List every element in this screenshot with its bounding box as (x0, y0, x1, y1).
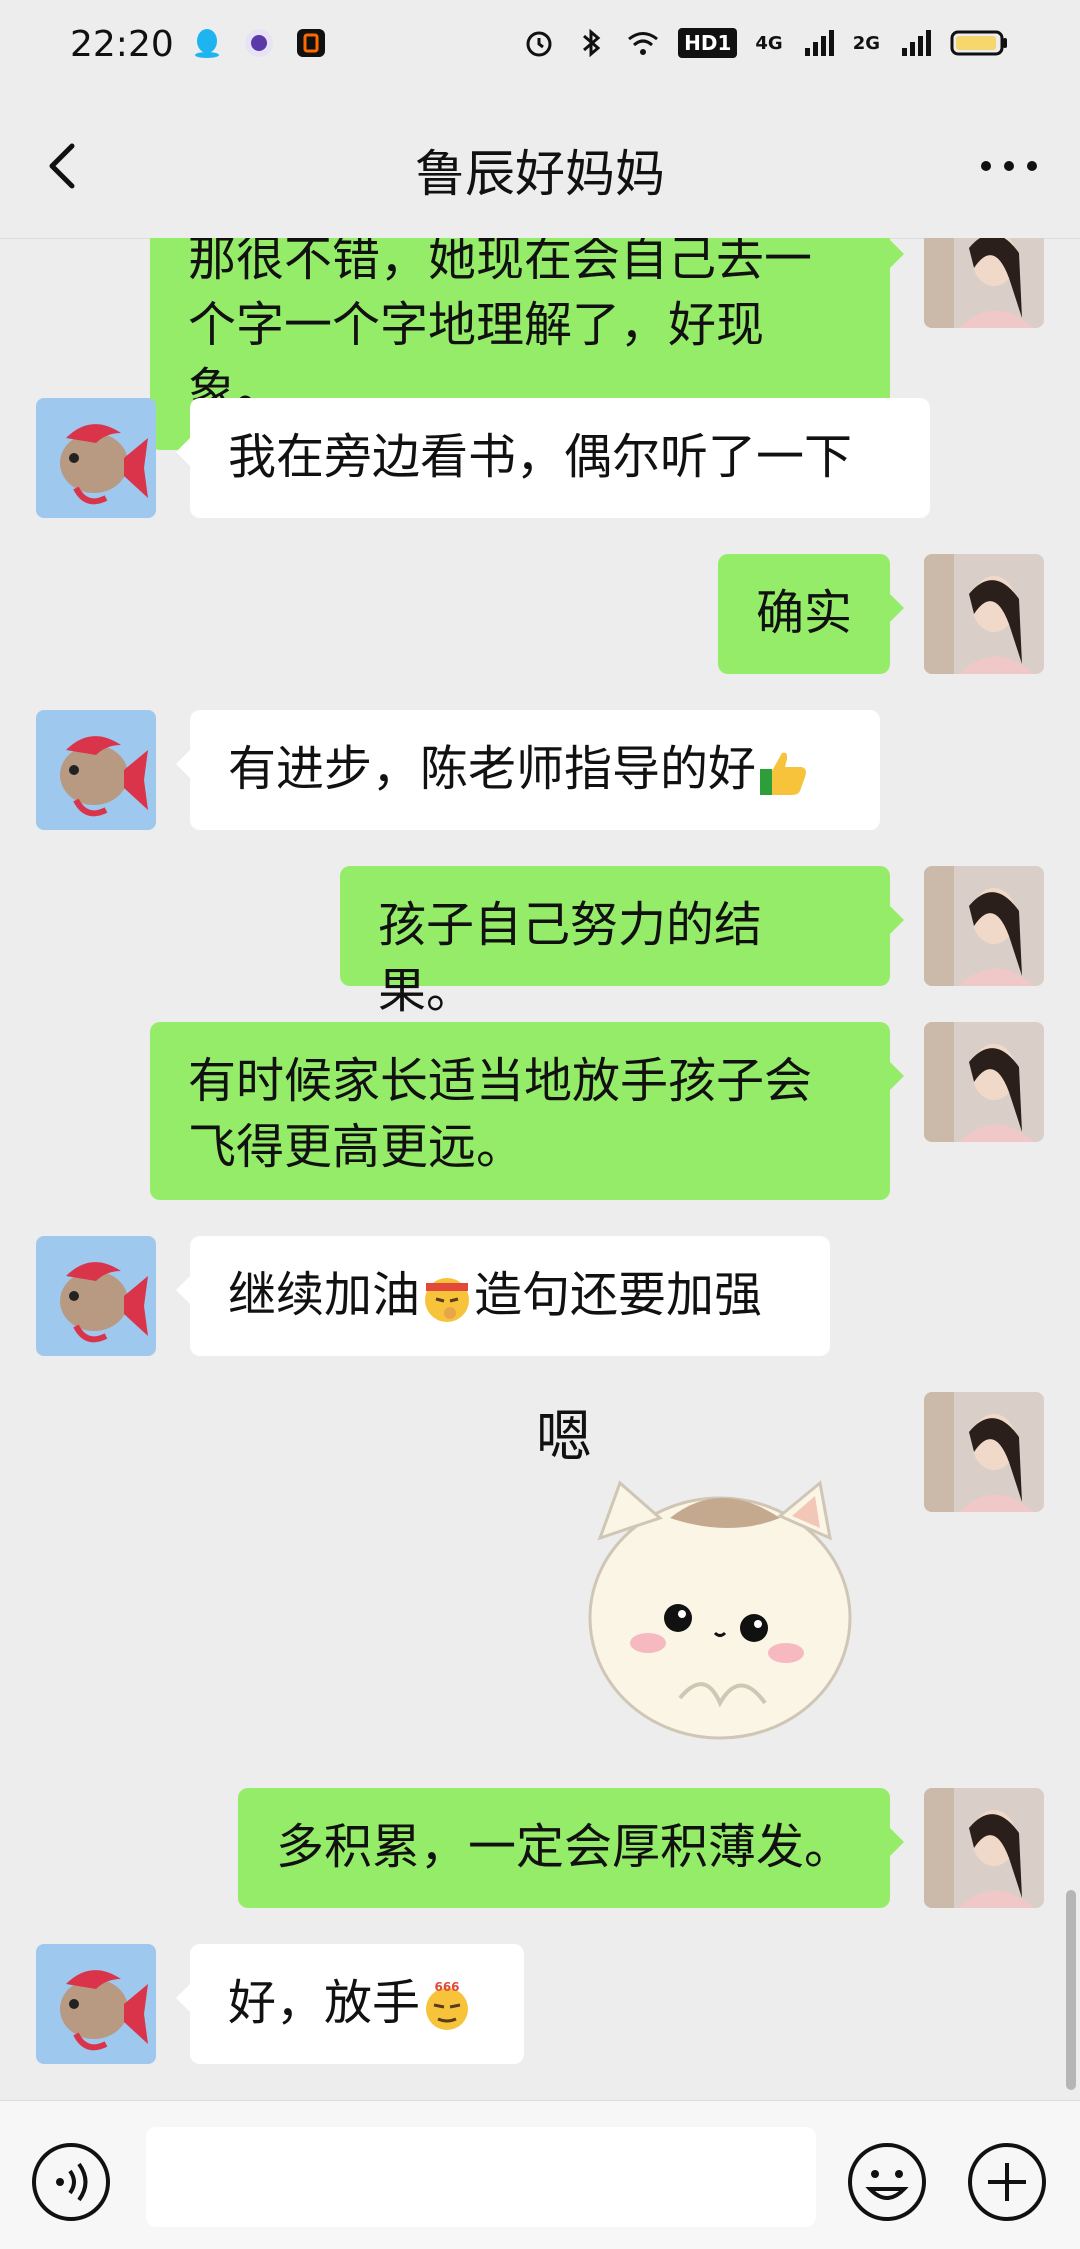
status-bar: 22:20 HD1 4G 2G (0, 0, 1080, 96)
message-bubble-in[interactable]: 有进步，陈老师指导的好 (176, 710, 880, 830)
fish-avatar-icon (36, 1944, 156, 2064)
more-options-icon[interactable] (974, 146, 1044, 186)
status-time: 22:20 (70, 24, 174, 65)
contact-avatar[interactable] (36, 1944, 156, 2064)
my-avatar[interactable] (924, 1022, 1044, 1142)
message-text: 造句还要加强 (474, 1267, 763, 1323)
woman-avatar-icon (924, 1022, 1044, 1142)
message-text: 继续加油 (228, 1267, 421, 1323)
my-avatar[interactable] (924, 554, 1044, 674)
scrollbar[interactable] (1066, 1890, 1076, 2090)
message-bubble-in[interactable]: 好，放手 666 (176, 1944, 524, 2064)
fighting-emoji (425, 1278, 470, 1322)
my-avatar[interactable] (924, 238, 1044, 328)
cat-sticker (588, 1480, 852, 1740)
voice-input-icon[interactable] (30, 2141, 112, 2223)
battery-icon (950, 30, 1007, 56)
message-input[interactable] (146, 2127, 816, 2227)
qq-icon (195, 29, 219, 58)
input-bar (0, 2100, 1080, 2249)
my-avatar[interactable] (924, 1788, 1044, 1908)
my-avatar[interactable] (924, 1392, 1044, 1512)
bluetooth-icon (583, 28, 601, 58)
signal-4g-icon (804, 30, 834, 56)
message-text: 那很不错，她现在会自己去一 (188, 238, 813, 287)
woman-avatar-icon (924, 866, 1044, 986)
title-bar: 鲁辰好妈妈 (0, 96, 1080, 239)
contact-avatar[interactable] (36, 1236, 156, 1356)
message-bubble-in[interactable]: 我在旁边看书，偶尔听了一下 (176, 398, 930, 518)
sticker-message[interactable]: 嗯 (530, 1388, 890, 1748)
hd-icon: HD1 (678, 28, 738, 58)
fish-avatar-icon (36, 398, 156, 518)
message-bubble-out[interactable]: 孩子自己努力的结果。 (340, 866, 904, 1019)
message-list[interactable]: 那很不错，她现在会自己去一 个字一个字地理解了，好现象。 我在旁边看书，偶尔听了… (0, 238, 1080, 2100)
wifi-icon (628, 32, 659, 55)
my-avatar[interactable] (924, 866, 1044, 986)
message-text: 我在旁边看书，偶尔听了一下 (228, 429, 853, 485)
contact-avatar[interactable] (36, 710, 156, 830)
svg-text:666: 666 (434, 1980, 459, 1994)
message-text: 好，放手 (228, 1975, 421, 2031)
message-text: 确实 (756, 585, 853, 641)
message-text: 有时候家长适当地放手孩子会 (188, 1053, 813, 1109)
chat-title: 鲁辰好妈妈 (415, 145, 665, 203)
more-actions-plus-icon[interactable] (966, 2141, 1048, 2223)
status-right-icons: HD1 4G 2G (522, 26, 1010, 60)
message-bubble-out[interactable]: 多积累，一定会厚积薄发。 (238, 1788, 904, 1908)
message-text: 有进步，陈老师指导的好 (228, 741, 757, 797)
contact-avatar[interactable] (36, 398, 156, 518)
signal-2g-label: 2G (852, 32, 880, 54)
fish-avatar-icon (36, 1236, 156, 1356)
666-emoji: 666 (426, 1980, 469, 2030)
alarm-icon (526, 31, 552, 57)
app-icon (297, 29, 325, 57)
thumbs-up-emoji (760, 752, 807, 795)
emoji-picker-icon[interactable] (846, 2141, 928, 2223)
fish-avatar-icon (36, 710, 156, 830)
woman-avatar-icon (924, 238, 1044, 328)
message-bubble-out[interactable]: 有时候家长适当地放手孩子会 飞得更高更远。 (150, 1022, 904, 1200)
woman-avatar-icon (924, 554, 1044, 674)
signal-4g-label: 4G (755, 32, 783, 54)
signal-2g-icon (902, 30, 931, 56)
message-text: 飞得更高更远。 (188, 1119, 525, 1175)
message-text: 孩子自己努力的结果。 (378, 897, 763, 1019)
browser-icon (245, 29, 273, 57)
woman-avatar-icon (924, 1788, 1044, 1908)
message-bubble-in[interactable]: 继续加油 造句还要加强 (176, 1236, 830, 1356)
message-text: 多积累，一定会厚积薄发。 (276, 1819, 853, 1875)
status-left-icons (190, 26, 328, 60)
message-bubble-out[interactable]: 确实 (718, 554, 904, 674)
woman-avatar-icon (924, 1392, 1044, 1512)
